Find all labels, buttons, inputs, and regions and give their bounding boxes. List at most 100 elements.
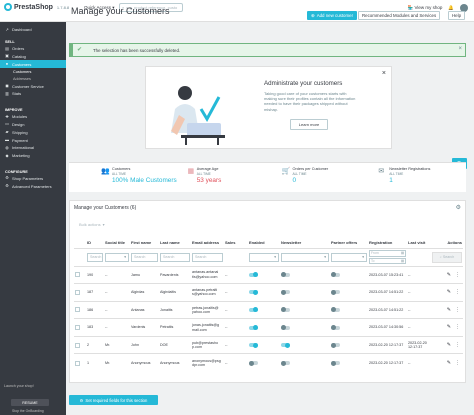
sidebar-item-stats[interactable]: ▥ Stats [0,90,66,98]
column-email[interactable]: Email address [191,234,224,248]
row-checkbox[interactable] [75,289,80,295]
column-first-name[interactable]: First name [130,234,159,248]
kpi-average-age[interactable]: ▦ Average Age ALL TIME 53 years [177,163,274,192]
edit-icon[interactable]: ✎ [447,272,451,278]
more-actions-icon[interactable]: ⋮ [455,342,460,348]
more-actions-icon[interactable]: ⋮ [455,360,460,366]
edit-icon[interactable]: ✎ [447,342,451,348]
filter-id-input[interactable]: Search [87,252,103,262]
stop-onboarding-link[interactable]: Stop the OnBoarding [12,409,44,413]
more-actions-icon[interactable]: ⋮ [455,272,460,278]
newsletter-toggle[interactable] [281,272,290,278]
gear-icon[interactable]: ⚙ [456,204,461,211]
row-checkbox[interactable] [75,360,80,366]
filter-social-select[interactable]: ▾ [105,252,129,262]
sidebar-item-modules[interactable]: ✚ Modules [0,113,66,121]
edit-icon[interactable]: ✎ [447,360,451,366]
sidebar-subitem-addresses[interactable]: Addresses [0,75,66,82]
column-last-visit[interactable]: Last visit [407,234,431,248]
column-registration[interactable]: Registration [368,234,407,248]
column-id[interactable]: ID [86,234,104,248]
column-social-title[interactable]: Social title [104,234,130,248]
more-actions-icon[interactable]: ⋮ [455,325,460,331]
learn-more-button[interactable]: Learn more [290,119,328,130]
newsletter-toggle[interactable] [281,360,290,366]
close-icon[interactable]: × [382,70,386,77]
sidebar-item-catalog[interactable]: ▣ Catalog [0,53,66,61]
partner-offers-toggle[interactable] [331,307,340,313]
recommended-modules-button[interactable]: Recommended Modules and Services [358,11,441,20]
cell-partner-offers [330,300,368,319]
cell-newsletter [280,318,330,337]
filter-email-input[interactable]: Search [192,252,223,262]
prestashop-logo[interactable]: PrestaShop 1.7.8.8 [4,3,69,11]
enabled-toggle[interactable] [249,342,258,348]
row-checkbox[interactable] [75,325,80,331]
enabled-toggle[interactable] [249,325,258,331]
column-sales[interactable]: Sales [224,234,248,248]
set-required-fields-button[interactable]: ⚙ Set required fields for this section [69,395,158,405]
table-row[interactable]: 187 -- Algirdas Algirdaitis antanas.petraiti… [74,283,463,302]
table-row[interactable]: 2 Mr. John DOE pub@prestasho p.com -- 2023-02-… [74,335,463,354]
enabled-toggle[interactable] [249,289,258,295]
row-checkbox[interactable] [75,307,80,313]
edit-icon[interactable]: ✎ [447,307,451,313]
sidebar-item-dashboard[interactable]: ↗ Dashboard [0,26,66,34]
filter-search-button[interactable]: ⌕ Search [432,251,462,263]
more-actions-icon[interactable]: ⋮ [455,289,460,295]
filter-newsletter-select[interactable]: ▾ [281,252,329,262]
edit-icon[interactable]: ✎ [447,325,451,331]
sidebar-item-marketing[interactable]: ◆ Marketing [0,152,66,160]
add-new-customer-button[interactable]: ⊕ Add new customer [307,11,358,20]
kpi-orders-per-customer[interactable]: 🛒 Orders per Customer ALL TIME 0 [274,163,370,192]
resume-onboarding-button[interactable]: RESUME [11,399,49,406]
filter-registration-from[interactable]: From ▦ [369,250,406,257]
sidebar-item-customers[interactable]: ● Customers [0,60,66,69]
last-visit-value: -- [408,290,411,295]
filter-registration-to[interactable]: To ▦ [369,257,406,264]
help-button[interactable]: Help [448,11,466,20]
sidebar-item-orders[interactable]: ▤ Orders [0,45,66,53]
column-last-name[interactable]: Last name [159,234,191,248]
row-actions: ✎ ⋮ [432,342,462,348]
table-row[interactable]: 183 -- Vardenis Petraitis jonas.jonaitis@g m… [74,318,463,337]
filter-last-name-input[interactable]: Search [160,252,190,262]
newsletter-toggle[interactable] [281,289,290,295]
kpi-customers[interactable]: 👥 Customers ALL TIME 100% Male Customers [69,163,177,192]
filter-partner-select[interactable]: ▾ [331,252,367,262]
sidebar-item-advanced-parameters[interactable]: ⚙ Advanced Parameters [0,182,66,190]
row-checkbox[interactable] [75,342,80,348]
newsletter-toggle[interactable] [281,307,290,313]
more-actions-icon[interactable]: ⋮ [455,307,460,313]
sidebar-subitem-customers[interactable]: Customers [0,68,66,75]
sidebar-item-design[interactable]: ▭ Design [0,121,66,129]
kpi-newsletter[interactable]: ✉ Newsletter Registrations ALL TIME 1 [369,163,466,192]
newsletter-toggle[interactable] [281,342,290,348]
column-partner-offers[interactable]: Partner offers [330,234,368,248]
sidebar-item-international[interactable]: ◍ International [0,144,66,152]
column-newsletter[interactable]: Newsletter [280,234,330,248]
table-row[interactable]: 190 -- Jamu Pavardenis antanas.antanai tis@y… [74,265,463,284]
table-row[interactable]: 186 -- Antanas Jonaitis petras.jonaitis@ yah… [74,300,463,319]
sidebar-item-shop-parameters[interactable]: ⚙ Shop Parameters [0,175,66,183]
close-icon[interactable]: × [458,46,462,52]
newsletter-toggle[interactable] [281,325,290,331]
enabled-toggle[interactable] [249,360,258,366]
enabled-toggle[interactable] [249,272,258,278]
column-enabled[interactable]: Enabled [248,234,280,248]
edit-icon[interactable]: ✎ [447,289,451,295]
table-row[interactable]: 1 Mr. Anonymous Anonymous anonymous@psg dpr.… [74,353,463,372]
bulk-actions-dropdown[interactable]: Bulk actions ▾ [79,222,105,227]
partner-offers-toggle[interactable] [331,289,340,295]
partner-offers-toggle[interactable] [331,325,340,331]
partner-offers-toggle[interactable] [331,272,340,278]
filter-enabled-select[interactable]: ▾ [249,252,279,262]
enabled-toggle[interactable] [249,307,258,313]
partner-offers-toggle[interactable] [331,360,340,366]
filter-first-name-input[interactable]: Search [131,252,158,262]
sidebar-item-payment[interactable]: ▬ Payment [0,136,66,144]
sidebar-item-customer-service[interactable]: ◼ Customer Service [0,82,66,90]
sidebar-item-shipping[interactable]: ▰ Shipping [0,128,66,136]
row-checkbox[interactable] [75,272,80,278]
partner-offers-toggle[interactable] [331,342,340,348]
